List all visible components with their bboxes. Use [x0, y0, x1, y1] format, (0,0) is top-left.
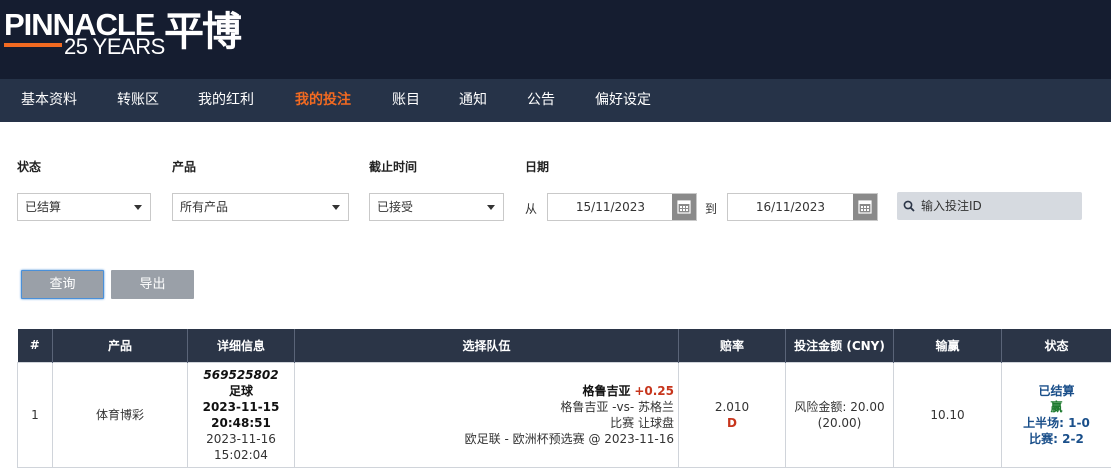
- placed-time: 20:48:51: [188, 415, 294, 431]
- bets-table: # 产品 详细信息 选择队伍 赔率 投注金额 (CNY) 输赢 状态 1 体育博…: [17, 329, 1111, 468]
- col-header-index: #: [18, 329, 53, 362]
- from-date-input[interactable]: 15/11/2023: [547, 193, 697, 221]
- from-date-value: 15/11/2023: [548, 194, 673, 220]
- product-select[interactable]: 所有产品: [172, 193, 349, 221]
- col-header-win-loss: 输赢: [894, 329, 1002, 362]
- status-label: 状态: [17, 158, 41, 175]
- calendar-icon[interactable]: [853, 194, 877, 220]
- result-text: 赢: [1002, 399, 1111, 415]
- nav-bonus[interactable]: 我的红利: [198, 79, 254, 122]
- logo-chinese: 平博: [164, 8, 240, 56]
- row-index: 1: [18, 362, 53, 467]
- cutoff-select[interactable]: 已接受: [369, 193, 504, 221]
- search-input[interactable]: [921, 192, 1079, 220]
- odds-value: 2.010: [679, 399, 785, 415]
- table-header-row: # 产品 详细信息 选择队伍 赔率 投注金额 (CNY) 输赢 状态: [18, 329, 1111, 362]
- col-header-product: 产品: [53, 329, 188, 362]
- market: 比赛 让球盘: [295, 415, 674, 431]
- col-header-status: 状态: [1002, 329, 1111, 362]
- sport: 足球: [188, 383, 294, 399]
- event-time: 15:02:04: [188, 447, 294, 463]
- nav-notifications[interactable]: 通知: [459, 79, 487, 122]
- bet-id[interactable]: 569525802: [188, 367, 294, 383]
- nav-statement[interactable]: 账目: [392, 79, 420, 122]
- col-header-details: 详细信息: [188, 329, 295, 362]
- nav-preferences[interactable]: 偏好设定: [595, 79, 651, 122]
- col-header-stake: 投注金额 (CNY): [786, 329, 894, 362]
- col-header-selection: 选择队伍: [295, 329, 679, 362]
- to-date-input[interactable]: 16/11/2023: [727, 193, 878, 221]
- top-header: PINNACLE 25 YEARS 平博: [0, 0, 1111, 79]
- calendar-icon[interactable]: [672, 194, 696, 220]
- placed-date: 2023-11-15: [188, 399, 294, 415]
- to-date-value: 16/11/2023: [728, 194, 853, 220]
- table-row[interactable]: 1 体育博彩 569525802 足球 2023-11-15 20:48:51 …: [18, 362, 1111, 467]
- col-header-odds: 赔率: [679, 329, 786, 362]
- to-label: 到: [705, 200, 717, 217]
- league: 欧足联 - 欧洲杯预选赛 @ 2023-11-16: [295, 431, 674, 447]
- row-status: 已结算 赢 上半场: 1-0 比赛: 2-2: [1002, 362, 1111, 467]
- stake-sub: (20.00): [786, 415, 893, 431]
- nav-announcements[interactable]: 公告: [527, 79, 555, 122]
- row-win-loss: 10.10: [894, 362, 1002, 467]
- caret-down-icon: [332, 205, 340, 210]
- row-stake: 风险金额: 20.00 (20.00): [786, 362, 894, 467]
- query-button[interactable]: 查询: [21, 270, 104, 299]
- match: 格鲁吉亚 -vs- 苏格兰: [295, 399, 674, 415]
- row-selection: 格鲁吉亚 +0.25 格鲁吉亚 -vs- 苏格兰 比赛 让球盘 欧足联 - 欧洲…: [295, 362, 679, 467]
- from-label: 从: [525, 200, 537, 217]
- event-date: 2023-11-16: [188, 431, 294, 447]
- status-text: 已结算: [1002, 383, 1111, 399]
- product-select-value: 所有产品: [180, 200, 228, 214]
- caret-down-icon: [487, 205, 495, 210]
- row-details: 569525802 足球 2023-11-15 20:48:51 2023-11…: [188, 362, 295, 467]
- full-time-score: 比赛: 2-2: [1002, 431, 1111, 447]
- main-nav: 基本资料 转账区 我的红利 我的投注 账目 通知 公告 偏好设定: [0, 79, 1111, 122]
- export-button[interactable]: 导出: [111, 270, 194, 299]
- date-label: 日期: [525, 158, 549, 175]
- status-select-value: 已结算: [25, 200, 61, 214]
- logo-years: 25 YEARS: [64, 36, 165, 58]
- nav-profile[interactable]: 基本资料: [21, 79, 77, 122]
- cutoff-label: 截止时间: [369, 158, 417, 175]
- search-icon: [903, 200, 915, 212]
- logo-accent-bar: [4, 43, 62, 47]
- cutoff-select-value: 已接受: [377, 200, 413, 214]
- row-product: 体育博彩: [53, 362, 188, 467]
- pinnacle-logo[interactable]: PINNACLE 25 YEARS 平博: [4, 8, 254, 68]
- handicap: +0.25: [634, 384, 674, 398]
- caret-down-icon: [134, 205, 142, 210]
- stake-value: 风险金额: 20.00: [786, 399, 893, 415]
- half-time-score: 上半场: 1-0: [1002, 415, 1111, 431]
- nav-my-bets[interactable]: 我的投注: [295, 79, 351, 122]
- bet-id-search[interactable]: [897, 192, 1082, 220]
- status-select[interactable]: 已结算: [17, 193, 151, 221]
- product-label: 产品: [172, 158, 196, 175]
- odds-format: D: [679, 415, 785, 431]
- selection-team: 格鲁吉亚: [582, 384, 630, 398]
- row-odds: 2.010 D: [679, 362, 786, 467]
- nav-transfer[interactable]: 转账区: [117, 79, 159, 122]
